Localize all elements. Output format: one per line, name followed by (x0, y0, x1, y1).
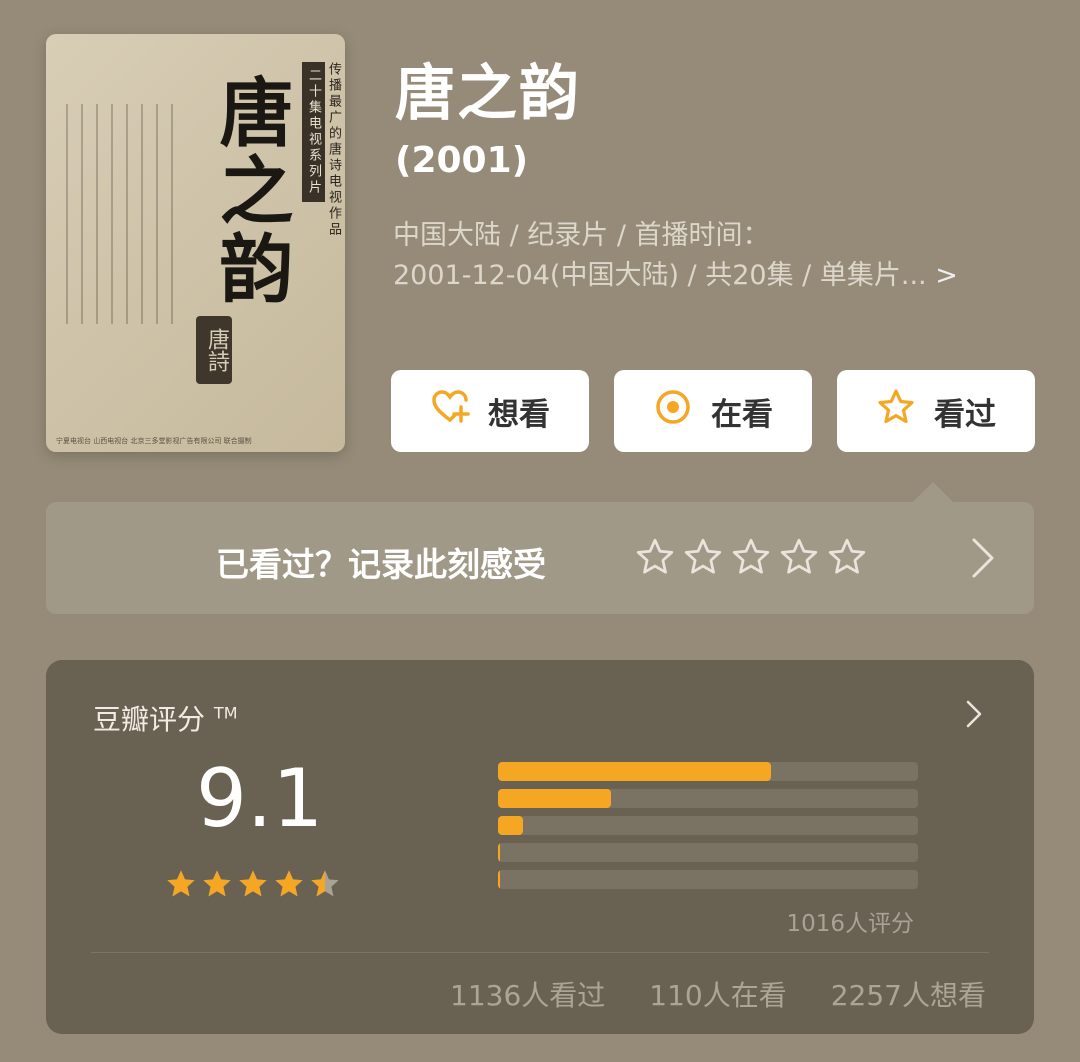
watched-label: 看过 (934, 396, 996, 433)
star-outline-icon[interactable] (634, 536, 676, 578)
distribution-fill (498, 843, 501, 862)
distribution-row (378, 815, 978, 842)
poster-seal: 唐詩 (196, 316, 232, 384)
star-icon (167, 870, 195, 897)
poster-text-lines (66, 104, 178, 324)
watched-count[interactable]: 1136人看过 (450, 974, 605, 1014)
distribution-track (498, 843, 918, 862)
heart-plus-icon (430, 387, 470, 435)
movie-meta[interactable]: 中国大陆 / 纪录片 / 首播时间： 2001-12-04(中国大陆) / 共2… (393, 216, 1043, 296)
poster-subtitle: 传播最广的唐诗电视作品 (326, 62, 341, 238)
distribution-fill (498, 762, 771, 781)
want-to-watch-button[interactable]: 想看 (391, 370, 589, 452)
rating-label: 豆瓣评分 TM (93, 703, 238, 736)
distribution-row (378, 788, 978, 815)
distribution-fill (498, 816, 524, 835)
movie-title: 唐之韵 (395, 59, 581, 129)
chevron-right-icon[interactable] (964, 698, 984, 734)
pointer-notch (913, 482, 953, 502)
distribution-row (378, 842, 978, 869)
watching-count[interactable]: 110人在看 (649, 974, 786, 1014)
poster-series-label: 二十集电视系列片 (302, 62, 325, 202)
watching-button[interactable]: 在看 (614, 370, 812, 452)
star-icon (239, 870, 267, 897)
meta-line-1: 中国大陆 / 纪录片 / 首播时间： (393, 220, 770, 251)
star-outline-icon[interactable] (826, 536, 868, 578)
divider (91, 952, 989, 953)
want-count[interactable]: 2257人想看 (831, 974, 986, 1014)
distribution-track (498, 816, 918, 835)
want-label: 想看 (488, 396, 550, 433)
poster-title: 唐之韵 (207, 74, 293, 308)
distribution-track (498, 789, 918, 808)
rating-distribution (378, 761, 978, 896)
star-outline-icon[interactable] (778, 536, 820, 578)
rating-stars (164, 867, 342, 901)
distribution-fill (498, 870, 500, 889)
rated-count: 1016人评分 (786, 911, 914, 937)
star-outline-icon[interactable] (730, 536, 772, 578)
audience-tally: 1136人看过 110人在看 2257人想看 (450, 974, 986, 1014)
rate-prompt-text: 已看过？记录此刻感受 (216, 545, 546, 584)
rate-prompt-bar[interactable]: 已看过？记录此刻感受 (46, 502, 1034, 614)
distribution-row (378, 761, 978, 788)
chevron-right-icon: > (935, 260, 958, 291)
distribution-row (378, 869, 978, 896)
poster-image[interactable]: 传播最广的唐诗电视作品 二十集电视系列片 唐之韵 唐詩 宁夏电视台 山西电视台 … (46, 34, 345, 452)
rating-card[interactable]: 豆瓣评分 TM 9.1 1016人评分 1136人看过 110人在看 2257人… (46, 660, 1034, 1034)
star-icon (311, 870, 339, 897)
star-icon (275, 870, 303, 897)
target-icon (653, 387, 693, 435)
movie-year: (2001) (395, 140, 529, 181)
rating-score: 9.1 (196, 752, 324, 845)
meta-line-2: 2001-12-04(中国大陆) / 共20集 / 单集片... (393, 260, 927, 291)
distribution-fill (498, 789, 612, 808)
distribution-track (498, 762, 918, 781)
star-icon (203, 870, 231, 897)
watched-button[interactable]: 看过 (837, 370, 1035, 452)
star-outline-icon (876, 387, 916, 435)
star-outline-icon[interactable] (682, 536, 724, 578)
rating-stars-input[interactable] (634, 536, 868, 578)
poster-credits: 宁夏电视台 山西电视台 北京三多堂影视广告有限公司 联合摄制 (56, 437, 252, 445)
trademark: TM (213, 703, 238, 723)
watching-label: 在看 (711, 396, 773, 433)
chevron-right-icon[interactable] (968, 534, 998, 586)
distribution-track (498, 870, 918, 889)
